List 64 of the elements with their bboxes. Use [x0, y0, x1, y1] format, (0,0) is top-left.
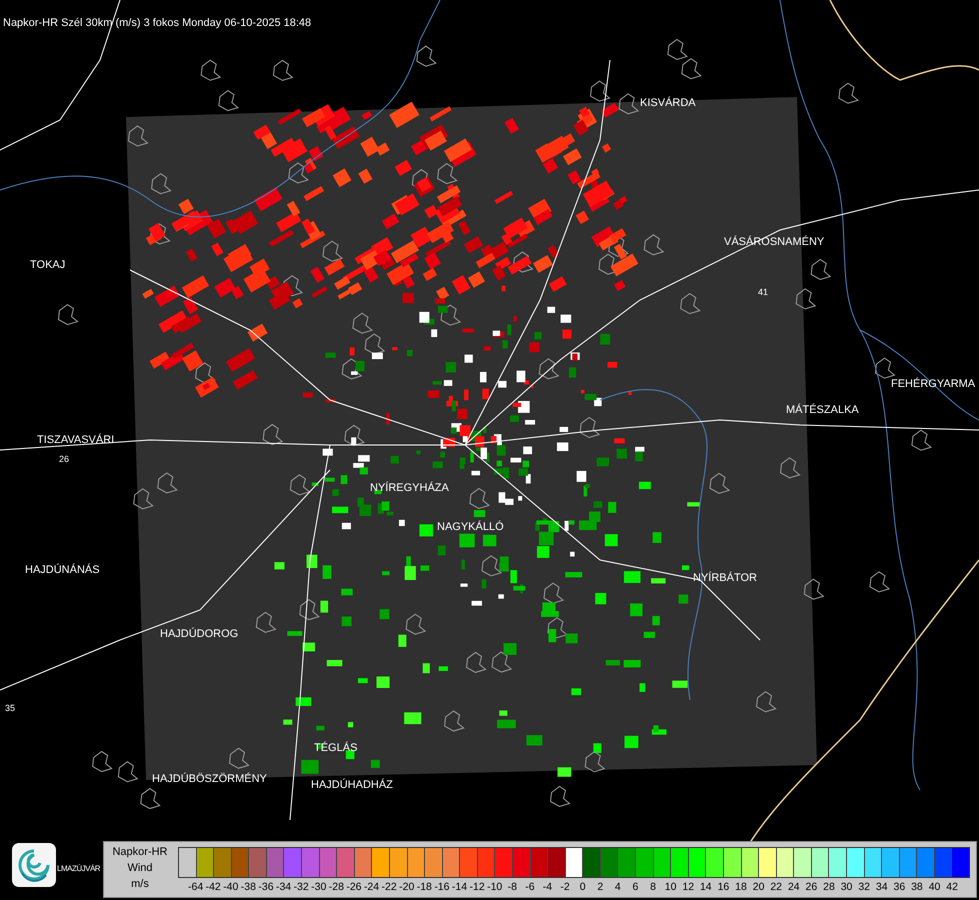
- legend-tick: -18: [416, 881, 433, 893]
- legend-tick: -4: [542, 881, 554, 893]
- legend-tick: 0: [578, 881, 587, 893]
- place-label: MÁTÉSZALKA: [786, 404, 859, 417]
- legend-tick: 22: [769, 881, 784, 893]
- legend-tick: 26: [804, 881, 818, 893]
- legend-tick: 2: [596, 881, 604, 893]
- legend-tick: -22: [380, 881, 398, 893]
- place-label: NAGYKÁLLÓ: [437, 521, 504, 534]
- legend-tick: -6: [524, 881, 536, 893]
- legend-tick: -8: [506, 881, 518, 893]
- road-number: 35: [5, 703, 16, 713]
- place-label: NYÍREGYHÁZA: [370, 482, 449, 495]
- logo-icon: [12, 843, 56, 887]
- legend-tick: -40: [222, 881, 240, 893]
- legend-tick: -42: [204, 881, 222, 893]
- place-label: KISVÁRDA: [640, 97, 696, 110]
- legend-tick: -64: [187, 881, 204, 893]
- legend-tick: 20: [752, 881, 766, 893]
- legend-tick: 6: [632, 881, 640, 893]
- place-label: TOKAJ: [30, 259, 66, 272]
- place-label: TÉGLÁS: [314, 742, 358, 755]
- legend-tick: 16: [716, 881, 730, 893]
- legend-tick: -16: [433, 881, 450, 893]
- legend-tick: 8: [649, 881, 657, 893]
- legend-tick: -36: [257, 881, 275, 893]
- legend-tick: 38: [910, 881, 924, 893]
- place-label: TISZAVASVÁRI: [37, 434, 114, 447]
- legend-tick: -32: [292, 881, 310, 893]
- legend-tick: -20: [398, 881, 416, 893]
- map-title: Napkor-HR Szél 30km (m/s) 3 fokos Monday 06-10-2025 18:48: [3, 17, 312, 29]
- legend-tick: 4: [614, 881, 622, 893]
- legend-tick: 32: [857, 881, 871, 893]
- place-label: HAJDÚNÁNÁS: [25, 564, 100, 577]
- legend-tick: 14: [698, 881, 713, 893]
- legend-unit: m/s: [131, 877, 149, 891]
- legend-tick: -26: [345, 881, 363, 893]
- legend-tick: -12: [468, 881, 486, 893]
- legend-tick: 30: [840, 881, 854, 893]
- legend-tick: 34: [874, 881, 889, 893]
- legend-tick: 24: [786, 881, 801, 893]
- legend-tick: -2: [559, 881, 571, 893]
- legend-tick: -30: [310, 881, 328, 893]
- legend-tick: -24: [362, 881, 380, 893]
- place-label: LMAZÚJVÁR: [57, 863, 100, 875]
- legend-tick: -34: [274, 881, 292, 893]
- legend-quantity: Wind: [127, 861, 153, 875]
- legend-tick: 40: [928, 881, 942, 893]
- legend-tick: -38: [240, 881, 257, 893]
- place-label: HAJDÚBÖSZÖRMÉNY: [152, 773, 267, 786]
- place-label: HAJDÚHADHÁZ: [311, 779, 393, 792]
- place-label: HAJDÚDOROG: [160, 628, 238, 641]
- legend-tick: -10: [486, 881, 504, 893]
- legend-tick: -14: [450, 881, 468, 893]
- legend-tick: 28: [822, 881, 836, 893]
- legend-tick: -28: [328, 881, 345, 893]
- legend-tick: 36: [892, 881, 906, 893]
- legend-tick: 18: [734, 881, 748, 893]
- road-number: 26: [59, 454, 70, 464]
- legend-product: Napkor-HR: [112, 845, 168, 859]
- legend-tick: 10: [664, 881, 678, 893]
- road-number: 41: [758, 287, 768, 297]
- legend-tick: 12: [681, 881, 696, 893]
- legend-tick: 42: [945, 881, 959, 893]
